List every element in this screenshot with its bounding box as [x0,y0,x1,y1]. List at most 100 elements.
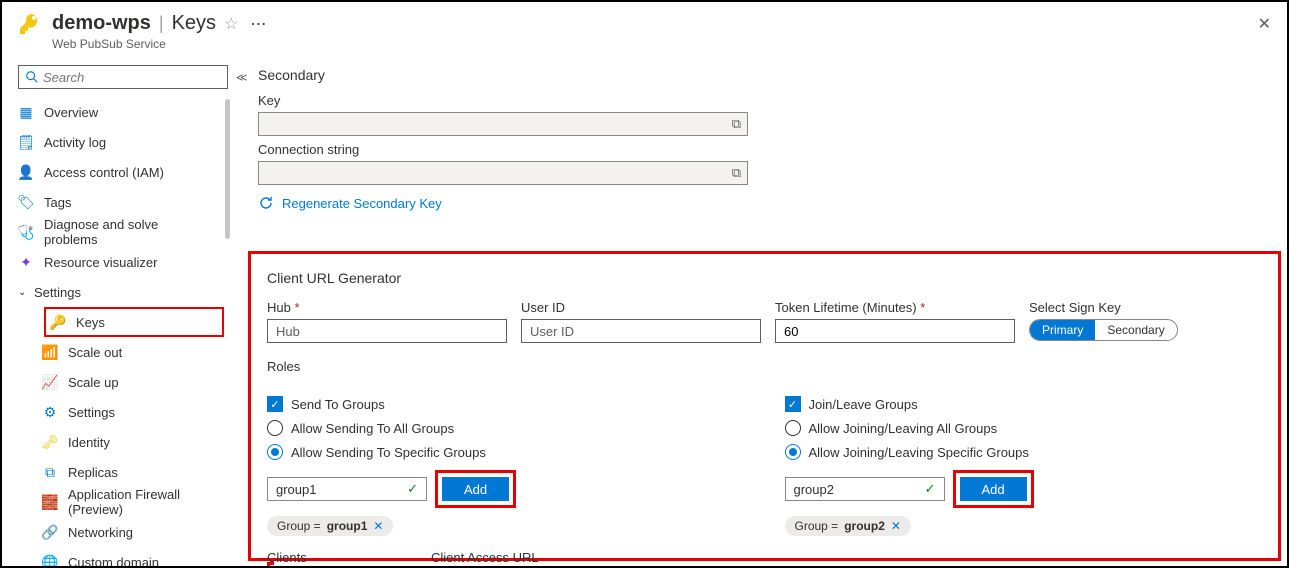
sign-key-primary[interactable]: Primary [1030,320,1095,340]
sidebar-item-custom-domain[interactable]: 🌐 Custom domain [38,547,230,568]
sidebar-item-activity-log[interactable]: 🗒 Activity log [2,127,230,157]
hub-input[interactable] [267,319,507,343]
sidebar-search[interactable] [18,65,228,89]
service-type: Web PubSub Service [52,37,266,51]
nav-label: Keys [76,315,105,330]
remove-pill-icon[interactable]: ✕ [373,519,383,533]
pill-value: group1 [327,519,368,533]
nav-label: Scale out [68,345,122,360]
nav-label: Diagnose and solve problems [44,217,214,247]
hub-label: Hub * [267,300,507,315]
roles-label: Roles [267,359,1262,374]
page-header: demo-wps | Keys ☆ ⋯ Web PubSub Service ✕ [2,2,1287,59]
checkbox-label: Send To Groups [291,397,385,412]
search-input[interactable] [39,70,221,85]
client-url-generator: Client URL Generator Hub * User ID Token… [248,251,1281,561]
sidebar-item-diagnose[interactable]: 🩺 Diagnose and solve problems [2,217,230,247]
nav-label: Scale up [68,375,119,390]
main-content: Secondary Key ⧉ Connection string ⧉ Rege… [230,59,1287,567]
sidebar-item-access-control[interactable]: 👤 Access control (IAM) [2,157,230,187]
lifetime-input[interactable] [775,319,1015,343]
send-all-radio[interactable] [267,420,283,436]
join-add-highlight: Add [953,470,1034,508]
copy-icon[interactable]: ⧉ [726,165,747,181]
close-icon[interactable]: ✕ [1258,14,1271,34]
diagnose-icon: 🩺 [18,224,34,240]
identity-icon: 🗝 [42,434,58,450]
networking-icon: 🔗 [42,524,58,540]
checkmark-icon: ✓ [407,481,418,497]
remove-pill-icon[interactable]: ✕ [891,519,901,533]
user-id-label: User ID [521,300,761,315]
user-id-input[interactable] [521,319,761,343]
sidebar-item-scale-up[interactable]: 📈 Scale up [38,367,230,397]
group-input-value: group2 [794,482,834,497]
checkmark-icon: ✓ [925,481,936,497]
nav-label: Identity [68,435,110,450]
sign-key-secondary[interactable]: Secondary [1095,320,1176,340]
sidebar-item-keys[interactable]: 🔑 Keys [44,307,224,337]
join-group-pill: Group = group2 ✕ [785,516,911,536]
secondary-key-field[interactable]: ⧉ [258,112,748,136]
scale-up-icon: 📈 [42,374,58,390]
join-add-button[interactable]: Add [960,477,1027,501]
copy-icon[interactable]: ⧉ [726,116,747,132]
radio-label: Allow Sending To All Groups [291,421,454,436]
access-url-label: Client Access URL [431,550,1262,565]
sidebar-section-settings[interactable]: ⌄ Settings [2,277,230,307]
radio-label: Allow Sending To Specific Groups [291,445,486,460]
resource-name: demo-wps [52,12,151,35]
tags-icon: 🏷 [18,194,34,210]
send-group-input[interactable]: group1 ✓ [267,477,427,501]
more-actions-icon[interactable]: ⋯ [250,14,266,34]
search-icon [25,70,39,84]
access-url-column: Client Access URL wss://demo-wps.webpubs… [431,550,1262,567]
overview-icon: ▦ [18,104,34,120]
secondary-conn-field[interactable]: ⧉ [258,161,748,185]
clients-label: Clients [267,550,415,565]
nav-label: Application Firewall (Preview) [68,487,214,517]
sidebar-item-identity[interactable]: 🗝 Identity [38,427,230,457]
title-divider: | [159,13,164,34]
activity-log-icon: 🗒 [18,134,34,150]
conn-label: Connection string [258,142,1267,157]
sidebar-item-overview[interactable]: ▦ Overview [2,97,230,127]
nav-label: Replicas [68,465,118,480]
page-title: Keys [172,12,216,35]
secondary-section-title: Secondary [258,67,1267,83]
radio-label: Allow Joining/Leaving Specific Groups [809,445,1029,460]
join-leave-checkbox[interactable]: ✓ [785,396,801,412]
pill-value: group2 [844,519,885,533]
sidebar-item-networking[interactable]: 🔗 Networking [38,517,230,547]
checkbox-label: Join/Leave Groups [809,397,918,412]
replicas-icon: ⧉ [42,464,58,480]
nav-label: Networking [68,525,133,540]
gear-icon: ⚙ [42,404,58,420]
sidebar-item-scale-out[interactable]: 📶 Scale out [38,337,230,367]
resource-visualizer-icon: ✦ [18,254,34,270]
regen-label: Regenerate Secondary Key [282,196,442,211]
clients-column: Clients Web PubSub Client ⌄ [267,550,415,567]
join-specific-radio[interactable] [785,444,801,460]
send-to-groups-checkbox[interactable]: ✓ [267,396,283,412]
keys-icon: 🔑 [50,314,66,330]
firewall-icon: 🧱 [42,494,58,510]
join-group-input[interactable]: group2 ✓ [785,477,945,501]
pill-prefix: Group = [277,519,321,533]
radio-label: Allow Joining/Leaving All Groups [809,421,998,436]
join-all-radio[interactable] [785,420,801,436]
nav-label: Activity log [44,135,106,150]
sidebar-item-resource-visualizer[interactable]: ✦ Resource visualizer [2,247,230,277]
send-add-button[interactable]: Add [442,477,509,501]
send-specific-radio[interactable] [267,444,283,460]
key-label: Key [258,93,1267,108]
favorite-star-icon[interactable]: ☆ [224,14,238,34]
regenerate-secondary-key-button[interactable]: Regenerate Secondary Key [258,195,1267,211]
sign-key-toggle[interactable]: Primary Secondary [1029,319,1178,341]
sidebar-item-settings[interactable]: ⚙ Settings [38,397,230,427]
pill-prefix: Group = [795,519,839,533]
send-group-pill: Group = group1 ✕ [267,516,393,536]
sidebar-item-replicas[interactable]: ⧉ Replicas [38,457,230,487]
sidebar-item-tags[interactable]: 🏷 Tags [2,187,230,217]
sidebar-item-firewall[interactable]: 🧱 Application Firewall (Preview) [38,487,230,517]
